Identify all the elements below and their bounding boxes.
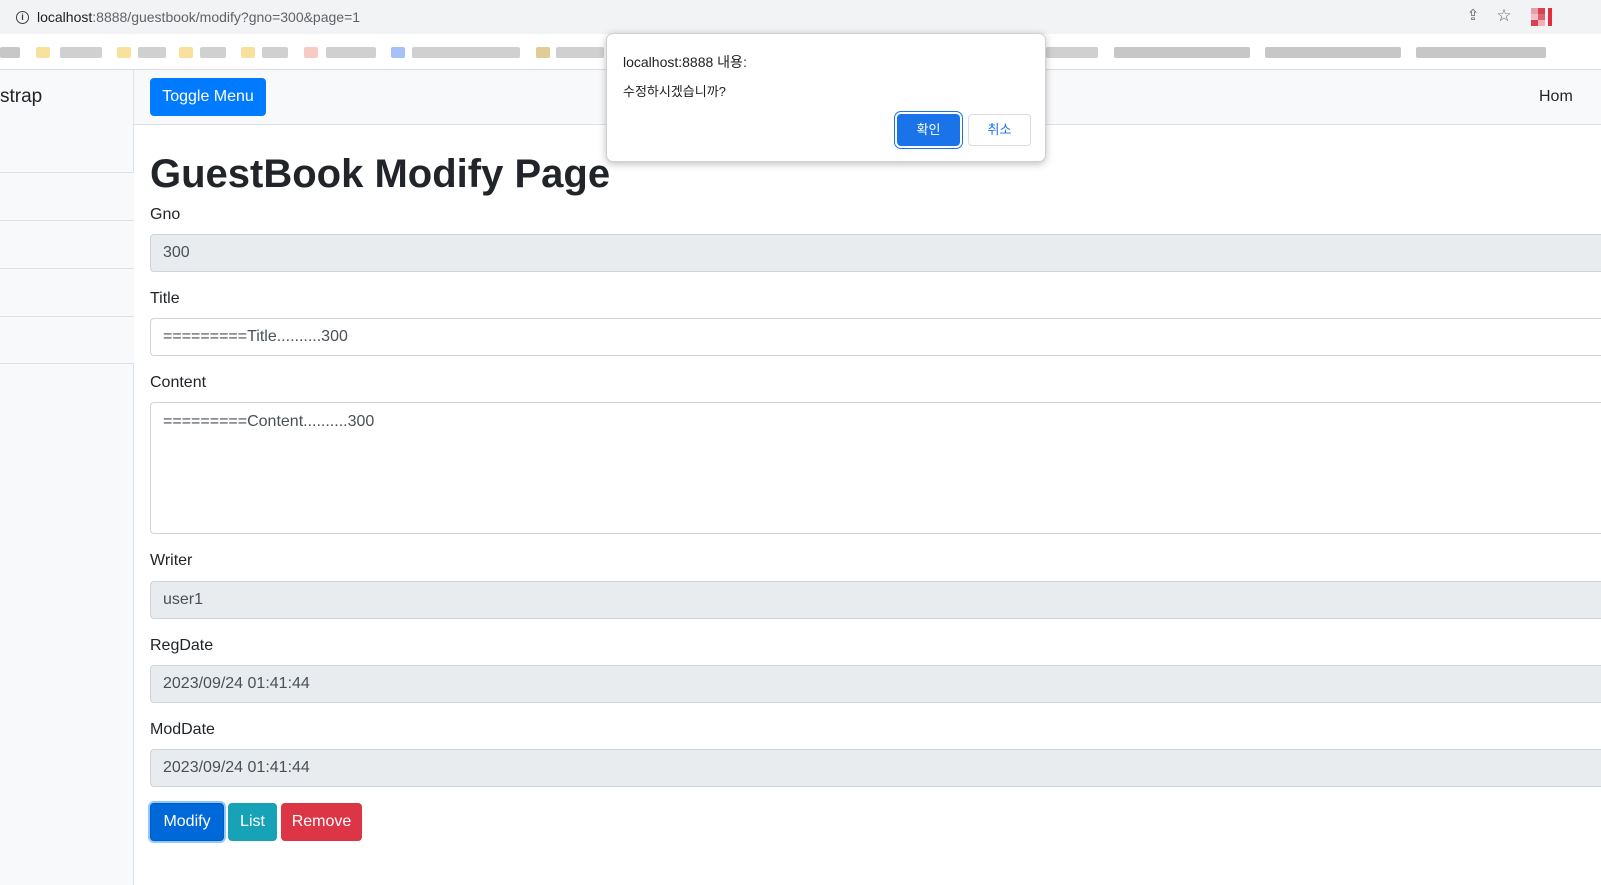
share-icon[interactable]: ⇪ [1464, 7, 1482, 25]
title-label: Title [150, 290, 180, 307]
gno-field[interactable]: 300 [150, 234, 1601, 272]
bookmark-item[interactable] [117, 47, 131, 58]
url-text[interactable]: localhost:8888/guestbook/modify?gno=300&… [37, 9, 360, 25]
bookmark-item[interactable] [262, 47, 288, 58]
list-button[interactable]: List [228, 803, 277, 841]
regdate-label: RegDate [150, 637, 214, 654]
confirm-cancel-button[interactable]: 취소 [968, 114, 1031, 146]
title-field[interactable]: =========Title..........300 [150, 318, 1601, 356]
bookmark-item[interactable] [304, 47, 318, 58]
bookmark-item[interactable] [326, 47, 376, 58]
sidebar-item[interactable] [0, 172, 134, 220]
bookmark-item[interactable] [241, 47, 255, 58]
home-link[interactable]: Hom [1539, 88, 1573, 106]
bookmark-item[interactable] [536, 47, 550, 58]
content-textarea[interactable]: =========Content..........300 [150, 402, 1601, 534]
info-icon[interactable]: i [16, 11, 29, 24]
bookmark-item[interactable] [1416, 47, 1546, 58]
bookmark-item[interactable] [0, 47, 20, 58]
bookmark-item[interactable] [60, 47, 102, 58]
bookmark-item[interactable] [138, 47, 166, 58]
sidebar-heading[interactable]: strap [0, 86, 42, 108]
dialog-title: localhost:8888 내용: [623, 54, 747, 70]
moddate-field[interactable]: 2023/09/24 01:41:44 [150, 749, 1601, 787]
modify-button[interactable]: Modify [150, 803, 224, 841]
confirm-ok-button[interactable]: 확인 [897, 114, 960, 146]
url-box[interactable]: i localhost:8888/guestbook/modify?gno=30… [6, 3, 1521, 31]
content-label: Content [150, 374, 207, 391]
bookmark-item[interactable] [412, 47, 520, 58]
regdate-field[interactable]: 2023/09/24 01:41:44 [150, 665, 1601, 703]
writer-label: Writer [150, 552, 193, 569]
moddate-label: ModDate [150, 721, 215, 738]
bookmark-item[interactable] [391, 47, 405, 58]
remove-button[interactable]: Remove [281, 803, 362, 841]
sidebar: strap [0, 70, 134, 885]
bookmark-item[interactable] [1114, 47, 1250, 58]
sidebar-item[interactable] [0, 316, 134, 364]
star-icon[interactable]: ☆ [1494, 6, 1514, 26]
bookmark-item[interactable] [556, 47, 604, 58]
confirm-dialog: localhost:8888 내용: 수정하시겠습니까? 확인 취소 [606, 33, 1046, 162]
browser-address-bar: i localhost:8888/guestbook/modify?gno=30… [0, 0, 1601, 34]
bookmark-item[interactable] [200, 47, 226, 58]
bookmark-item[interactable] [1265, 47, 1401, 58]
sidebar-item[interactable] [0, 220, 134, 268]
writer-field[interactable]: user1 [150, 581, 1601, 619]
bookmark-item[interactable] [179, 47, 193, 58]
sidebar-item[interactable] [0, 268, 134, 316]
dialog-message: 수정하시겠습니까? [623, 84, 726, 99]
gno-label: Gno [150, 206, 181, 223]
toggle-menu-button[interactable]: Toggle Menu [150, 78, 266, 116]
profile-avatar-icon[interactable] [1531, 8, 1553, 26]
bookmark-item[interactable] [36, 47, 50, 58]
page-title: GuestBook Modify Page [150, 152, 611, 196]
bookmark-item[interactable] [1046, 47, 1098, 58]
